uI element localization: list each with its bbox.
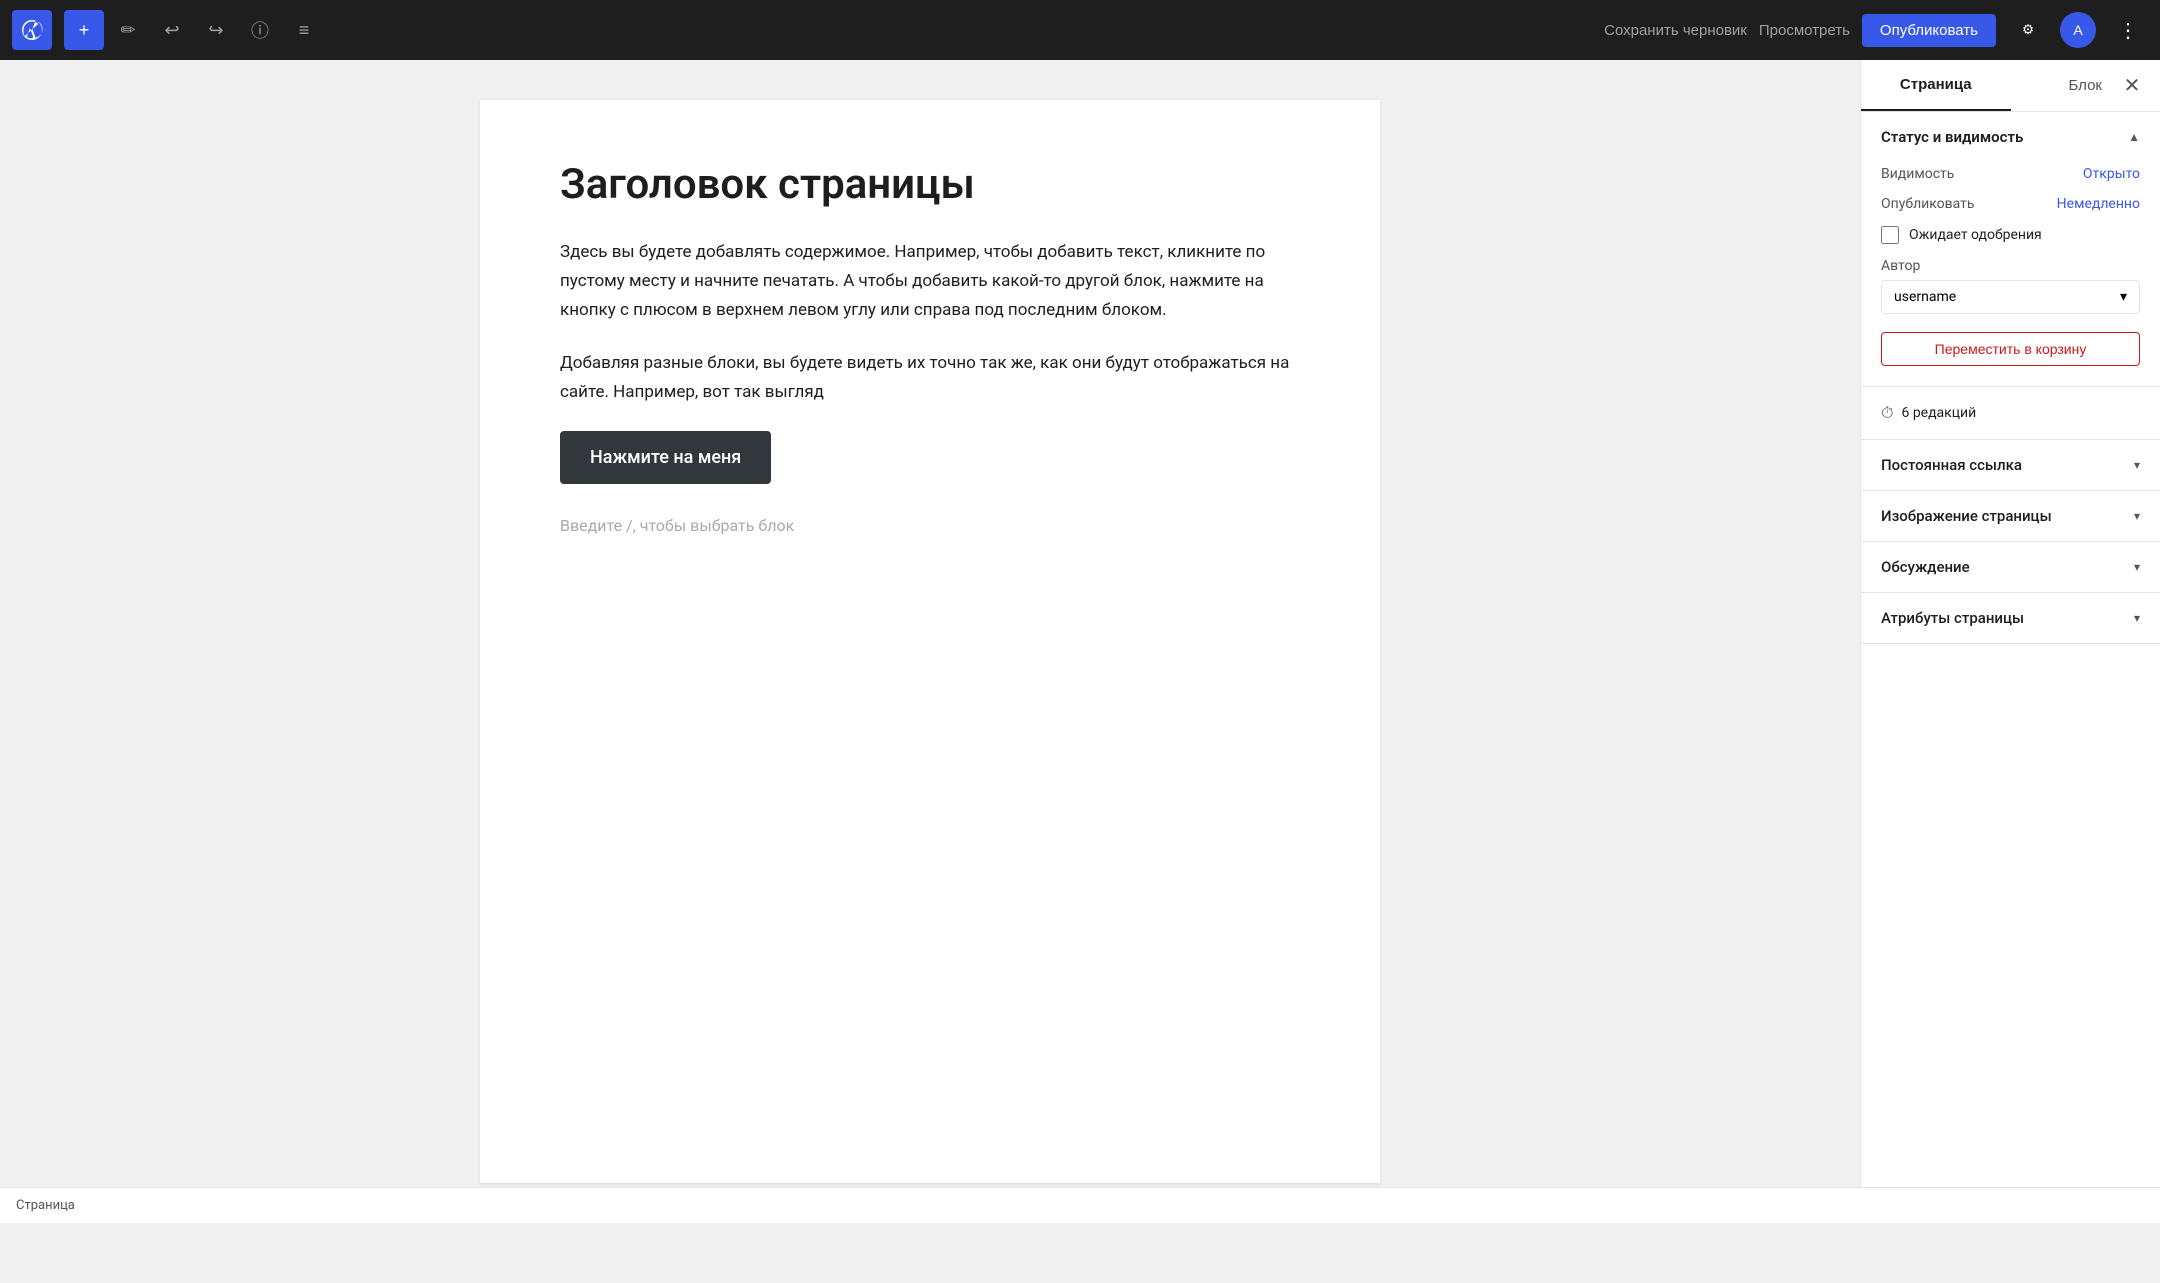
settings-button[interactable]: ⚙	[2008, 10, 2048, 50]
toolbar: + ✏ ↩ ↪ ⓘ ≡ Сохранить черновик Просмотре…	[0, 0, 2160, 60]
more-icon: ⋮	[2118, 18, 2138, 43]
status-section-title: Статус и видимость	[1881, 128, 2023, 146]
info-icon: ⓘ	[251, 17, 269, 43]
discussion-title: Обсуждение	[1881, 558, 1970, 576]
save-draft-button[interactable]: Сохранить черновик	[1604, 22, 1747, 39]
user-avatar-button[interactable]: A	[2060, 12, 2096, 48]
more-options-button[interactable]: ⋮	[2108, 10, 2148, 50]
page-title[interactable]: Заголовок страницы	[560, 160, 1300, 210]
revisions-text: 6 редакций	[1901, 405, 1976, 421]
body-text-1[interactable]: Здесь вы будете добавлять содержимое. На…	[560, 238, 1300, 325]
list-icon: ≡	[299, 20, 310, 41]
sidebar-tabs: Страница Блок ✕	[1861, 60, 2160, 112]
chevron-up-icon: ▲	[2128, 130, 2140, 144]
revisions-row[interactable]: ⏱ 6 редакций	[1861, 387, 2160, 440]
undo-button[interactable]: ↩	[152, 10, 192, 50]
pending-review-row: Ожидает одобрения	[1881, 226, 2140, 244]
chevron-down-icon-discussion: ▾	[2134, 560, 2140, 574]
toolbar-right: Сохранить черновик Просмотреть Опубликов…	[1604, 10, 2148, 50]
block-placeholder[interactable]: Введите /, чтобы выбрать блок	[560, 508, 1300, 543]
redo-button[interactable]: ↪	[196, 10, 236, 50]
permalink-section: Постоянная ссылка ▾	[1861, 440, 2160, 491]
author-select[interactable]: username ▾	[1881, 280, 2140, 314]
permalink-header[interactable]: Постоянная ссылка ▾	[1861, 440, 2160, 490]
page-attributes-section: Атрибуты страницы ▾	[1861, 593, 2160, 644]
publish-value[interactable]: Немедленно	[2057, 196, 2140, 212]
permalink-title: Постоянная ссылка	[1881, 456, 2022, 474]
tab-page[interactable]: Страница	[1861, 60, 2011, 111]
visibility-label: Видимость	[1881, 166, 1954, 182]
editor-content: Заголовок страницы Здесь вы будете добав…	[480, 100, 1380, 1183]
chevron-down-icon-permalink: ▾	[2134, 458, 2140, 472]
chevron-down-icon-featured: ▾	[2134, 509, 2140, 523]
featured-image-section: Изображение страницы ▾	[1861, 491, 2160, 542]
settings-icon: ⚙	[2022, 22, 2034, 38]
button-block[interactable]: Нажмите на меня	[560, 431, 771, 484]
undo-icon: ↩	[164, 20, 179, 41]
publish-label: Опубликовать	[1881, 196, 1975, 212]
visibility-value[interactable]: Открыто	[2083, 166, 2140, 182]
preview-button[interactable]: Просмотреть	[1759, 22, 1850, 39]
close-sidebar-button[interactable]: ✕	[2116, 70, 2148, 102]
visibility-row: Видимость Открыто	[1881, 166, 2140, 182]
chevron-down-icon: ▾	[2120, 289, 2127, 305]
author-label: Автор	[1881, 258, 2140, 274]
body-text-2[interactable]: Добавляя разные блоки, вы будете видеть …	[560, 349, 1300, 407]
publish-row: Опубликовать Немедленно	[1881, 196, 2140, 212]
author-row: Автор username ▾	[1881, 258, 2140, 314]
pending-review-checkbox[interactable]	[1881, 226, 1899, 244]
featured-image-title: Изображение страницы	[1881, 507, 2052, 525]
status-section-content: Видимость Открыто Опубликовать Немедленн…	[1861, 162, 2160, 386]
sidebar: Страница Блок ✕ Статус и видимость ▲ Вид…	[1860, 60, 2160, 1223]
featured-image-header[interactable]: Изображение страницы ▾	[1861, 491, 2160, 541]
chevron-down-icon-attributes: ▾	[2134, 611, 2140, 625]
close-icon: ✕	[2124, 73, 2141, 98]
status-visibility-header[interactable]: Статус и видимость ▲	[1861, 112, 2160, 162]
pending-review-label: Ожидает одобрения	[1909, 227, 2042, 243]
wp-logo	[12, 10, 52, 50]
redo-icon: ↪	[208, 20, 223, 41]
pencil-icon: ✏	[120, 20, 135, 41]
discussion-section: Обсуждение ▾	[1861, 542, 2160, 593]
status-bar: Страница	[0, 1187, 2160, 1223]
page-attributes-title: Атрибуты страницы	[1881, 609, 2024, 627]
layout: Заголовок страницы Здесь вы будете добав…	[0, 60, 2160, 1223]
pencil-button[interactable]: ✏	[108, 10, 148, 50]
info-button[interactable]: ⓘ	[240, 10, 280, 50]
move-to-trash-button[interactable]: Переместить в корзину	[1881, 332, 2140, 366]
page-attributes-header[interactable]: Атрибуты страницы ▾	[1861, 593, 2160, 643]
publish-button[interactable]: Опубликовать	[1862, 14, 1996, 47]
user-icon: A	[2073, 22, 2082, 38]
revisions-icon: ⏱	[1881, 403, 1893, 423]
status-label: Страница	[16, 1198, 75, 1213]
editor-area: Заголовок страницы Здесь вы будете добав…	[0, 60, 1860, 1223]
status-visibility-section: Статус и видимость ▲ Видимость Открыто О…	[1861, 112, 2160, 387]
author-value: username	[1894, 289, 1956, 305]
list-view-button[interactable]: ≡	[284, 10, 324, 50]
add-block-button[interactable]: +	[64, 10, 104, 50]
discussion-header[interactable]: Обсуждение ▾	[1861, 542, 2160, 592]
